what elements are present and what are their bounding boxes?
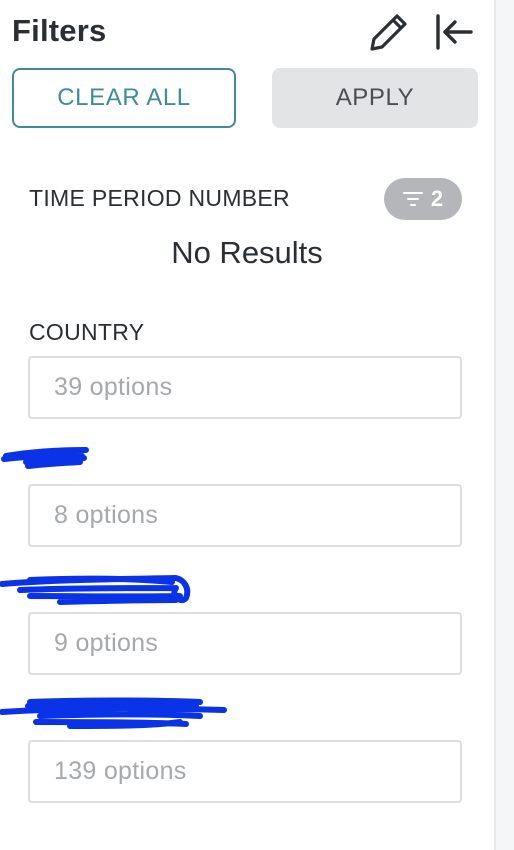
select-placeholder: 8 options	[54, 501, 159, 529]
clear-all-button[interactable]: CLEAR ALL	[12, 68, 236, 128]
filter-select[interactable]: 9 options	[28, 612, 462, 675]
redacted-label	[1, 447, 89, 469]
content-area-edge	[496, 0, 514, 850]
select-placeholder: 9 options	[54, 629, 159, 657]
redacted-label	[0, 575, 191, 605]
apply-button[interactable]: APPLY	[272, 68, 478, 128]
active-filter-count-badge[interactable]: 2	[384, 178, 462, 220]
filter-select[interactable]: 139 options	[28, 740, 462, 803]
select-placeholder: 139 options	[54, 757, 187, 785]
badge-count: 2	[430, 186, 444, 211]
select-placeholder: 39 options	[54, 373, 173, 401]
time-period-label: TIME PERIOD NUMBER	[29, 185, 290, 211]
no-results-message: No Results	[171, 235, 323, 270]
collapse-left-icon[interactable]	[430, 10, 476, 54]
filter-select[interactable]: 8 options	[28, 484, 462, 547]
panel-title: Filters	[12, 13, 107, 48]
country-select[interactable]: 39 options	[28, 356, 462, 419]
filters-panel: Filters CLEAR ALL APPLY TIME PERIOD NUMB…	[0, 0, 494, 850]
pencil-icon[interactable]	[366, 10, 412, 54]
redacted-label	[0, 697, 227, 729]
country-label: COUNTRY	[29, 319, 145, 345]
filter-icon	[402, 190, 423, 208]
